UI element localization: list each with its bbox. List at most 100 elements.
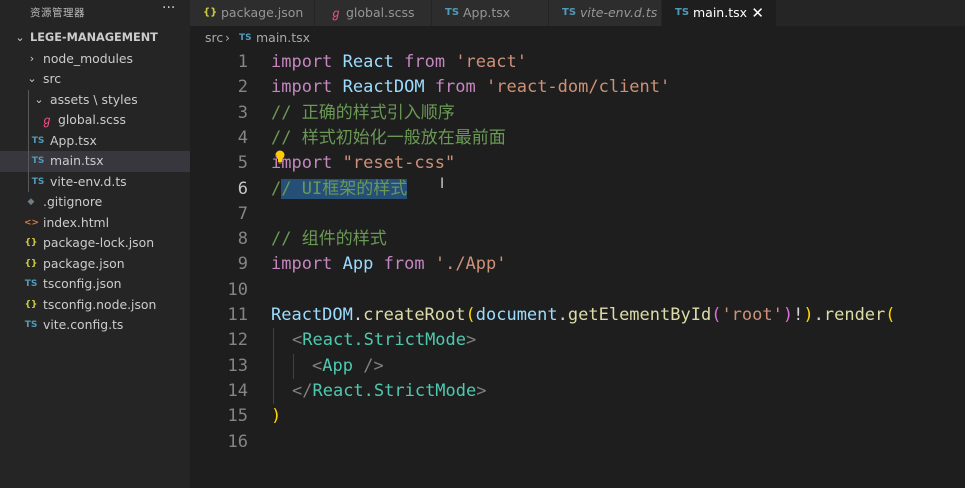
indent-guide <box>28 90 29 192</box>
sass-icon: ℊ <box>40 113 53 127</box>
token: getElementById <box>567 305 712 325</box>
project-root[interactable]: ⌄ LEGE-MANAGEMENT <box>0 28 190 49</box>
typescript-icon: TS <box>31 135 45 146</box>
tree-item-index-html[interactable]: <> index.html <box>0 213 190 234</box>
token: /> <box>352 355 384 376</box>
token: import <box>271 52 333 72</box>
line-number: 10 <box>227 279 248 300</box>
typescript-icon: TS <box>31 176 45 187</box>
tree-item-label: tsconfig.node.json <box>43 296 157 312</box>
close-icon[interactable]: ✕ <box>751 0 764 26</box>
token: React.StrictMode <box>302 330 467 351</box>
json-icon: {} <box>203 7 218 18</box>
json-icon: {} <box>24 258 38 269</box>
code-line-15: ) <box>271 406 282 427</box>
code-line-4: // 样式初始化一般放在最前面 <box>271 127 506 148</box>
tab-main-tsx[interactable]: TS main.tsx ✕ <box>662 0 777 26</box>
tree-item-label: package-lock.json <box>43 235 155 250</box>
typescript-icon: TS <box>562 7 577 18</box>
json-icon: {} <box>24 238 38 248</box>
tree-item-label: vite.config.ts <box>43 317 124 332</box>
tree-item-package-lock[interactable]: {} package-lock.json <box>0 233 190 254</box>
breadcrumb-folder[interactable]: src <box>205 26 223 50</box>
line-number: 13 <box>227 355 248 376</box>
code-line-2: import ReactDOM from 'react-dom/client' <box>271 75 670 100</box>
editor-tabs: {} package.json ℊ global.scss TS App.tsx… <box>190 0 965 26</box>
code-line-1: import React from 'react' <box>271 50 527 75</box>
tree-item-label: assets \ styles <box>50 91 138 107</box>
token: from <box>404 52 446 72</box>
tab-label: main.tsx <box>693 5 748 20</box>
typescript-icon: TS <box>445 7 460 18</box>
code-line-9: import App from './App' <box>271 252 507 277</box>
typescript-icon: TS <box>239 33 252 43</box>
token: ( <box>465 305 476 325</box>
typescript-icon: TS <box>31 156 45 166</box>
code-line-5: import "reset-css" <box>271 151 455 176</box>
token: ReactDOM <box>342 77 425 98</box>
token: 'react' <box>455 52 527 72</box>
tree-item-tsconfig[interactable]: TS tsconfig.json <box>0 274 190 295</box>
token: document <box>475 305 558 325</box>
line-number-current: 6 <box>237 178 248 199</box>
token: . <box>352 305 364 325</box>
sass-icon: ℊ <box>330 6 343 20</box>
line-number: 12 <box>227 330 248 351</box>
tab-global-scss[interactable]: ℊ global.scss <box>315 0 432 26</box>
line-number: 4 <box>237 127 248 148</box>
breadcrumb-file[interactable]: main.tsx <box>256 26 310 50</box>
token: React.StrictMode <box>312 380 477 401</box>
tree-item-package-json[interactable]: {} package.json <box>0 254 190 275</box>
token: import <box>271 77 333 98</box>
token: . <box>557 305 568 325</box>
code-line-13: <App /> <box>312 354 384 379</box>
tree-item-tsconfig-node[interactable]: {} tsconfig.node.json <box>0 295 190 316</box>
tab-label: package.json <box>221 5 304 20</box>
project-root-label: LEGE-MANAGEMENT <box>30 31 158 44</box>
line-number: 7 <box>237 203 248 224</box>
typescript-icon: TS <box>24 320 38 330</box>
code-line-3: // 正确的样式引入顺序 <box>271 102 455 123</box>
tree-item-label: .gitignore <box>43 194 103 209</box>
tree-item-node-modules[interactable]: › node_modules <box>0 49 190 70</box>
token: createRoot <box>363 305 466 325</box>
indent-guide <box>293 354 294 379</box>
token: ) <box>782 305 794 325</box>
code-line-14: </React.StrictMode> <box>292 379 487 404</box>
tab-app-tsx[interactable]: TS App.tsx <box>432 0 549 26</box>
breadcrumb: src › TS main.tsx <box>190 26 965 50</box>
code-line-8: // 组件的样式 <box>271 229 387 250</box>
tab-package-json[interactable]: {} package.json <box>190 0 315 26</box>
indent-guide <box>273 328 274 404</box>
git-icon: ◆ <box>27 197 35 207</box>
token: < <box>292 330 303 351</box>
chevron-down-icon: ⌄ <box>34 92 44 106</box>
more-actions-icon[interactable]: ··· <box>162 0 175 16</box>
token: React <box>342 52 394 72</box>
tree-item-gitignore[interactable]: ◆ .gitignore <box>0 192 190 213</box>
chevron-right-icon: › <box>225 30 230 45</box>
tree-item-label: index.html <box>43 214 110 230</box>
line-number: 1 <box>237 52 248 72</box>
line-number: 11 <box>227 305 248 325</box>
explorer-header: 资源管理器 ··· <box>0 0 190 26</box>
line-number: 15 <box>227 406 248 427</box>
tree-item-src[interactable]: ⌄ src <box>0 69 190 90</box>
token: from <box>383 254 425 275</box>
tab-label: vite-env.d.ts <box>580 5 658 20</box>
tree-item-vite-config[interactable]: TS vite.config.ts <box>0 315 190 336</box>
code-editor[interactable]: 1 2 3 4 5 6 7 8 9 10 11 12 13 14 15 16 i… <box>190 50 965 488</box>
html-icon: <> <box>24 217 40 228</box>
token: 'root' <box>721 305 783 325</box>
tree-item-label: App.tsx <box>50 132 97 148</box>
token: "reset-css" <box>342 153 456 174</box>
token: from <box>434 77 476 98</box>
code-line-11: ReactDOM.createRoot(document.getElementB… <box>271 303 896 328</box>
token: App <box>342 254 374 275</box>
tree-item-label: node_modules <box>43 50 134 66</box>
token: render <box>823 305 886 325</box>
tab-vite-env[interactable]: TS vite-env.d.ts <box>549 0 662 26</box>
tree-item-label: tsconfig.json <box>43 276 122 291</box>
token: ( <box>885 305 896 325</box>
line-number: 3 <box>237 102 248 123</box>
